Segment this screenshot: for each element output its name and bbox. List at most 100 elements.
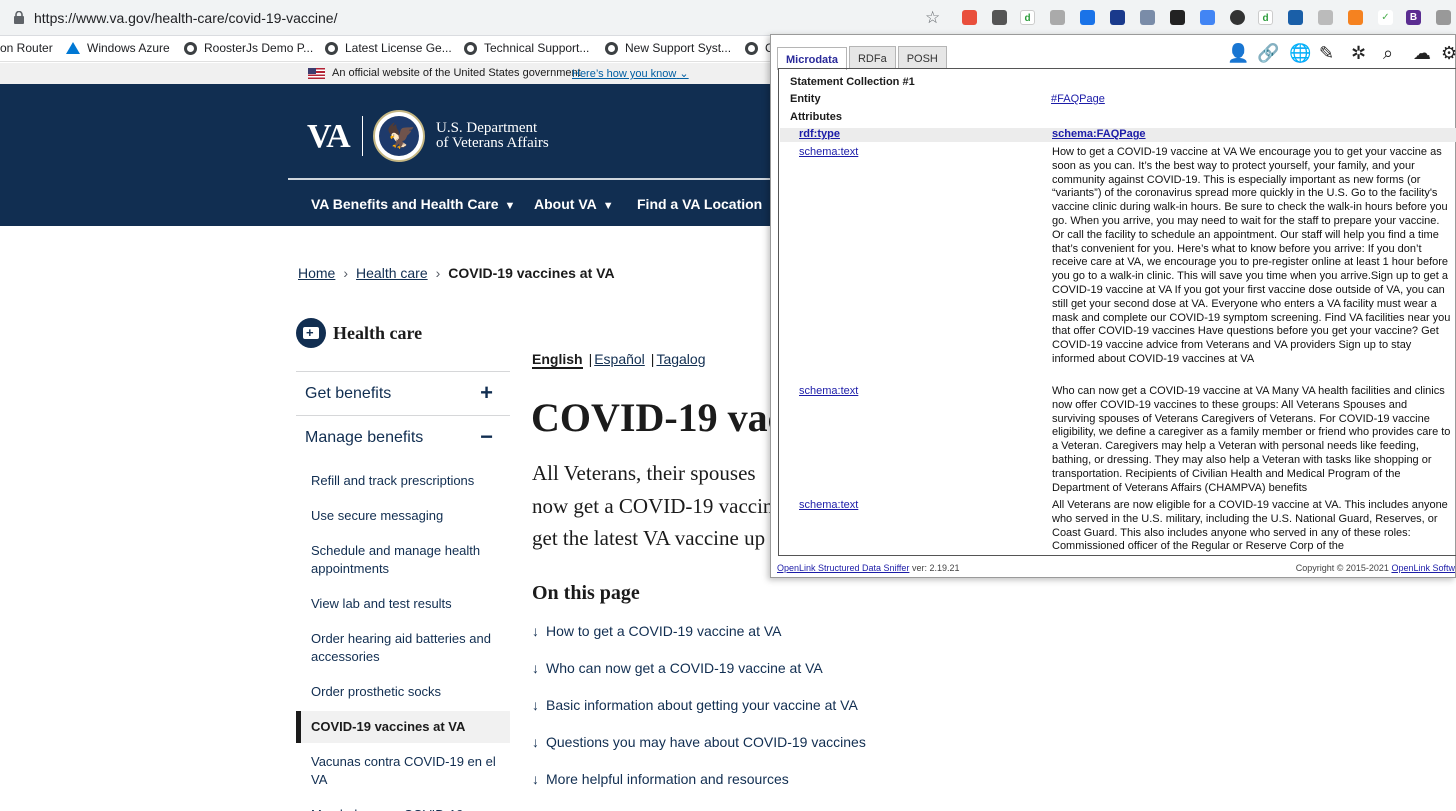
- heres-how-you-know-link[interactable]: Here’s how you know ⌄: [572, 67, 689, 80]
- otp-link-more-info[interactable]: ↓ More helpful information and resources: [532, 771, 789, 787]
- chevron-down-icon: ⌄: [679, 68, 689, 80]
- cloud-upload-icon[interactable]: ☁: [1413, 43, 1431, 64]
- breadcrumb-separator: ›: [435, 265, 441, 281]
- sniffer-copyright: Copyright © 2015-2021 OpenLink Softw: [1295, 563, 1455, 573]
- otp-link-basic-info[interactable]: ↓ Basic information about getting your va…: [532, 697, 858, 713]
- link-icon[interactable]: 🔗: [1257, 43, 1279, 64]
- sniffer-results-panel[interactable]: Statement Collection #1 Entity #FAQPage …: [778, 68, 1456, 556]
- graph-icon[interactable]: ✲: [1351, 43, 1366, 64]
- breadcrumb-home[interactable]: Home: [298, 265, 335, 281]
- extension-cube-icon[interactable]: [962, 10, 977, 25]
- extension-edit-icon[interactable]: [992, 10, 1007, 25]
- nav-benefits-health-care[interactable]: VA Benefits and Health Care ▼: [311, 196, 515, 212]
- page-title: COVID-19 vac: [531, 395, 786, 440]
- bookmark-windows-azure[interactable]: Windows Azure: [66, 41, 170, 55]
- extension-menu-icon[interactable]: [1436, 10, 1451, 25]
- rdf-type-link[interactable]: rdf:type: [799, 128, 840, 140]
- otp-link-who-can-get[interactable]: ↓ Who can now get a COVID-19 vaccine at V…: [532, 660, 823, 676]
- extension-box-icon[interactable]: [1288, 10, 1303, 25]
- intro-line-3: get the latest VA vaccine up: [532, 526, 766, 550]
- extension-check-icon[interactable]: ✓: [1378, 10, 1393, 25]
- globe-icon: [605, 41, 618, 55]
- lang-tagalog[interactable]: Tagalog: [656, 351, 705, 367]
- schema-text-value: How to get a COVID-19 vaccine at VA We e…: [1052, 146, 1451, 365]
- bookmark-technical-support[interactable]: Technical Support...: [464, 41, 589, 55]
- schema-text-link[interactable]: schema:text: [799, 146, 858, 158]
- extension-translate-icon[interactable]: [1200, 10, 1215, 25]
- sidenav-item-secure-messaging[interactable]: Use secure messaging: [296, 500, 510, 532]
- intro-line-1: All Veterans, their spouses: [532, 461, 756, 485]
- attributes-label: Attributes: [790, 111, 842, 123]
- schema-faqpage-link[interactable]: schema:FAQPage: [1052, 128, 1146, 140]
- entity-label: Entity: [790, 93, 821, 105]
- extension-image-icon[interactable]: [1140, 10, 1155, 25]
- gov-banner-text: An official website of the United States…: [332, 67, 581, 79]
- tab-posh[interactable]: POSH: [897, 46, 947, 69]
- bookmark-new-support[interactable]: New Support Syst...: [605, 41, 731, 55]
- extension-flag-icon[interactable]: [1110, 10, 1125, 25]
- search-icon[interactable]: ⌕: [1383, 43, 1393, 64]
- otp-link-questions[interactable]: ↓ Questions you may have about COVID-19 v…: [532, 734, 866, 750]
- schema-text-link[interactable]: schema:text: [799, 499, 858, 511]
- section-title: Health care: [333, 323, 423, 343]
- sidenav-manage-benefits[interactable]: Manage benefits −: [296, 415, 510, 459]
- bookmark-router[interactable]: on Router: [0, 41, 53, 55]
- tab-microdata[interactable]: Microdata: [777, 47, 847, 70]
- lang-english[interactable]: English: [532, 351, 583, 369]
- otp-link-how-to-get[interactable]: ↓ How to get a COVID-19 vaccine at VA: [532, 623, 782, 639]
- sidenav-item-covid-vaccines[interactable]: COVID-19 vaccines at VA: [296, 711, 510, 743]
- lang-espanol[interactable]: Español: [594, 351, 645, 367]
- breadcrumb-separator: ›: [343, 265, 349, 281]
- structured-data-sniffer-popup: Microdata RDFa POSH 👤 🔗 🌐 ✎ ✲ ⌕ ☁ ⚙ Stat…: [770, 34, 1456, 578]
- va-seal-icon: [373, 110, 425, 162]
- bookmark-star-icon[interactable]: ☆: [925, 8, 940, 28]
- sidenav-item-vacunas[interactable]: Vacunas contra COVID-19 en el VA: [296, 746, 510, 796]
- nav-find-location[interactable]: Find a VA Location: [637, 196, 762, 212]
- bookmark-roosterjs[interactable]: RoosterJs Demo P...: [184, 41, 313, 55]
- sidenav-item-hearing-aid[interactable]: Order hearing aid batteries and accessor…: [296, 623, 510, 673]
- extension-shield-icon[interactable]: [1318, 10, 1333, 25]
- extension-v-icon[interactable]: [1080, 10, 1095, 25]
- extension-d2-icon[interactable]: d: [1258, 10, 1273, 25]
- extension-d-icon[interactable]: d: [1020, 10, 1035, 25]
- globe-icon: [184, 41, 197, 55]
- sniffer-home-link[interactable]: OpenLink Structured Data Sniffer: [777, 563, 909, 573]
- extension-b-icon[interactable]: B: [1406, 10, 1421, 25]
- extension-pin-icon[interactable]: [1050, 10, 1065, 25]
- sidenav-get-benefits[interactable]: Get benefits +: [296, 371, 510, 415]
- schema-text-value: All Veterans are now eligible for a COVI…: [1052, 499, 1448, 553]
- openlink-software-link[interactable]: OpenLink Softw: [1391, 563, 1455, 573]
- arrow-down-icon: ↓: [532, 660, 539, 676]
- va-logo[interactable]: VA: [307, 118, 351, 156]
- sidenav-item-prosthetic-socks[interactable]: Order prosthetic socks: [296, 676, 510, 708]
- extension-orange-icon[interactable]: [1348, 10, 1363, 25]
- department-name: U.S. Department of Veterans Affairs: [436, 120, 549, 151]
- entity-link[interactable]: #FAQPage: [1051, 93, 1105, 105]
- sidenav-item-lab-results[interactable]: View lab and test results: [296, 588, 510, 620]
- gear-icon[interactable]: ⚙: [1441, 43, 1456, 64]
- schema-text-link[interactable]: schema:text: [799, 385, 858, 397]
- globe-search-icon[interactable]: 🌐: [1289, 43, 1311, 64]
- sniffer-footer: OpenLink Structured Data Sniffer ver: 2.…: [777, 563, 960, 573]
- bookmark-latest-license[interactable]: Latest License Ge...: [325, 41, 452, 55]
- sidenav-item-appointments[interactable]: Schedule and manage health appointments: [296, 535, 510, 585]
- extension-stack-icon[interactable]: [1170, 10, 1185, 25]
- globe-icon: [325, 41, 338, 55]
- intro-line-2: now get a COVID-19 vaccin: [532, 494, 774, 518]
- breadcrumb-health-care[interactable]: Health care: [356, 265, 428, 281]
- edit-icon[interactable]: ✎: [1319, 43, 1334, 64]
- tab-rdfa[interactable]: RDFa: [848, 46, 896, 69]
- us-flag-icon: [308, 68, 325, 79]
- logo-divider: [362, 116, 363, 156]
- sidenav-item-refill-prescriptions[interactable]: Refill and track prescriptions: [296, 465, 510, 497]
- breadcrumb: Home › Health care › COVID-19 vaccines at VA: [298, 265, 615, 281]
- url-text[interactable]: https://www.va.gov/health-care/covid-19-…: [34, 10, 337, 26]
- health-care-icon: [296, 318, 326, 348]
- side-navigation: Get benefits + Manage benefits − Refill …: [296, 371, 510, 811]
- user-icon[interactable]: 👤: [1227, 43, 1249, 64]
- chevron-down-icon: ▼: [602, 200, 614, 212]
- address-bar[interactable]: https://www.va.gov/health-care/covid-19-…: [0, 0, 1456, 36]
- extension-circle-icon[interactable]: [1230, 10, 1245, 25]
- nav-about-va[interactable]: About VA ▼: [534, 196, 614, 212]
- sidenav-item-mga-bakuna[interactable]: Mga bakuna sa COVID-19 sa VA: [296, 799, 510, 811]
